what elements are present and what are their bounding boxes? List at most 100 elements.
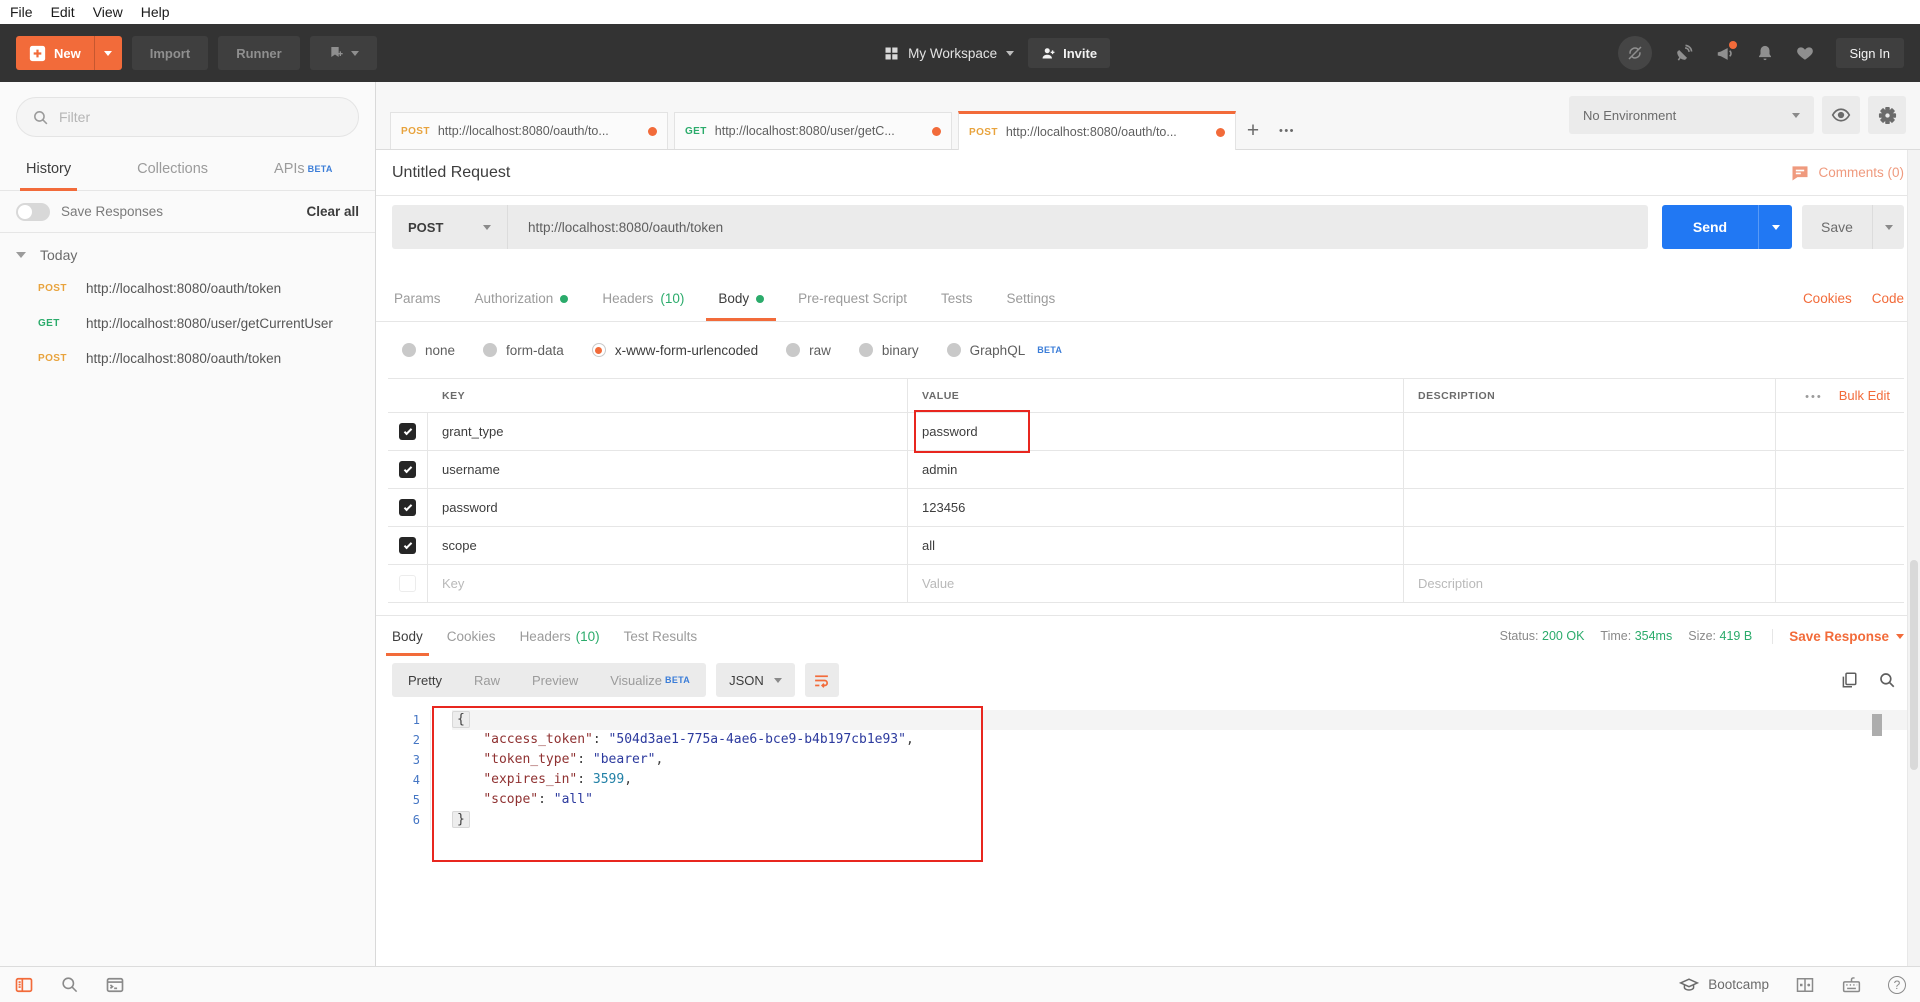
tab-tests[interactable]: Tests <box>939 291 975 321</box>
send-options-button[interactable] <box>1758 205 1792 249</box>
more-options-icon[interactable] <box>1805 387 1823 405</box>
checkbox[interactable] <box>399 537 416 554</box>
copy-icon[interactable] <box>1840 671 1858 689</box>
save-button[interactable]: Save <box>1802 205 1872 249</box>
kv-key[interactable]: scope <box>428 527 908 564</box>
help-icon[interactable] <box>1888 975 1906 994</box>
kv-value[interactable]: all <box>908 527 1404 564</box>
checkbox[interactable] <box>399 499 416 516</box>
request-tab[interactable]: POST http://localhost:8080/oauth/to... <box>390 112 668 149</box>
response-tab-test-results[interactable]: Test Results <box>624 616 698 656</box>
tab-body[interactable]: Body <box>706 291 776 321</box>
view-tab-preview[interactable]: Preview <box>516 663 594 697</box>
runner-button[interactable]: Runner <box>218 36 300 70</box>
send-button[interactable]: Send <box>1662 205 1758 249</box>
kv-value[interactable]: password <box>908 410 1404 453</box>
menu-item-file[interactable]: File <box>10 4 33 20</box>
sidebar-tab-collections[interactable]: Collections <box>137 147 208 190</box>
comments-button[interactable]: Comments (0) <box>1790 163 1904 183</box>
kv-description[interactable] <box>1404 413 1776 450</box>
sync-off-icon[interactable] <box>1617 36 1652 70</box>
sidebar-tab-history[interactable]: History <box>19 147 78 191</box>
clear-all-button[interactable]: Clear all <box>306 204 359 219</box>
body-mode-form-data[interactable]: form-data <box>483 343 564 358</box>
menu-item-help[interactable]: Help <box>141 4 170 20</box>
description-placeholder[interactable]: Description <box>1404 565 1776 602</box>
scrollbar-thumb[interactable] <box>1910 560 1918 770</box>
body-mode-binary[interactable]: binary <box>858 343 919 358</box>
view-tab-pretty[interactable]: Pretty <box>392 663 458 697</box>
workspace-switcher[interactable]: My Workspace <box>884 46 1015 61</box>
menu-item-view[interactable]: View <box>93 4 123 20</box>
tab-options-button[interactable] <box>1270 112 1304 149</box>
bell-icon[interactable] <box>1756 44 1774 62</box>
bootcamp-button[interactable]: Bootcamp <box>1679 975 1769 995</box>
bulk-edit-button[interactable]: Bulk Edit <box>1839 388 1890 403</box>
code-link[interactable]: Code <box>1872 291 1904 306</box>
tab-authorization[interactable]: Authorization <box>473 291 571 321</box>
kv-placeholder-row[interactable]: Key Value Description <box>388 565 1904 603</box>
kv-description[interactable] <box>1404 451 1776 488</box>
search-icon[interactable] <box>1878 671 1896 689</box>
view-tab-visualize[interactable]: Visualize BETA <box>594 663 706 697</box>
sign-in-button[interactable]: Sign In <box>1835 38 1904 68</box>
kv-key[interactable]: grant_type <box>428 413 908 450</box>
satellite-icon[interactable] <box>1674 44 1693 63</box>
save-options-button[interactable] <box>1872 205 1904 249</box>
environment-selector[interactable]: No Environment <box>1569 96 1814 134</box>
kv-value[interactable]: 123456 <box>908 489 1404 526</box>
invite-button[interactable]: Invite <box>1028 38 1111 68</box>
kv-description[interactable] <box>1404 489 1776 526</box>
history-item[interactable]: POST http://localhost:8080/oauth/token <box>0 341 375 376</box>
save-response-button[interactable]: Save Response <box>1772 628 1904 644</box>
request-tab[interactable]: POST http://localhost:8080/oauth/to... <box>958 111 1236 150</box>
kv-key[interactable]: username <box>428 451 908 488</box>
method-selector[interactable]: POST <box>392 205 508 249</box>
environment-settings-button[interactable] <box>1868 96 1906 134</box>
url-input[interactable]: http://localhost:8080/oauth/token <box>508 205 1648 249</box>
key-placeholder[interactable]: Key <box>428 565 908 602</box>
announcements-icon[interactable] <box>1715 40 1737 63</box>
request-tab[interactable]: GET http://localhost:8080/user/getC... <box>674 112 952 149</box>
save-responses-toggle[interactable] <box>16 202 50 221</box>
body-mode-none[interactable]: none <box>402 343 455 358</box>
kv-description[interactable] <box>1404 527 1776 564</box>
history-item[interactable]: POST http://localhost:8080/oauth/token <box>0 271 375 306</box>
console-icon[interactable] <box>105 975 125 995</box>
checkbox[interactable] <box>399 423 416 440</box>
tab-pre-request-script[interactable]: Pre-request Script <box>796 291 909 321</box>
tab-headers[interactable]: Headers (10) <box>600 291 686 321</box>
scrollbar[interactable] <box>1907 150 1920 966</box>
history-item[interactable]: GET http://localhost:8080/user/getCurrent… <box>0 306 375 341</box>
environment-quick-look-button[interactable] <box>1822 96 1860 134</box>
response-tab-headers[interactable]: Headers (10) <box>520 616 600 656</box>
kv-key[interactable]: password <box>428 489 908 526</box>
menu-item-edit[interactable]: Edit <box>51 4 75 20</box>
value-placeholder[interactable]: Value <box>908 565 1404 602</box>
response-tab-cookies[interactable]: Cookies <box>447 616 496 656</box>
history-group-today[interactable]: Today <box>0 233 375 271</box>
tab-params[interactable]: Params <box>392 291 443 321</box>
tab-settings[interactable]: Settings <box>1004 291 1057 321</box>
response-tab-body[interactable]: Body <box>386 616 429 656</box>
request-title[interactable]: Untitled Request <box>392 164 510 182</box>
kv-value[interactable]: admin <box>908 451 1404 488</box>
body-mode-graphql[interactable]: GraphQL BETA <box>946 343 1063 358</box>
new-button[interactable]: New <box>16 36 122 70</box>
find-icon[interactable] <box>60 975 79 994</box>
body-mode-x-www-form-urlencoded[interactable]: x-www-form-urlencoded <box>591 343 758 358</box>
new-dropdown-button[interactable] <box>93 36 122 70</box>
filter-input[interactable] <box>59 109 343 125</box>
add-tab-button[interactable] <box>1236 112 1270 149</box>
two-pane-view-icon[interactable] <box>1795 975 1815 995</box>
heart-icon[interactable] <box>1796 44 1814 62</box>
sidebar-tab-apis[interactable]: APIs BETA <box>274 147 333 190</box>
import-button[interactable]: Import <box>131 36 209 70</box>
cookies-link[interactable]: Cookies <box>1803 291 1852 306</box>
wrap-text-button[interactable] <box>804 663 839 697</box>
response-format-selector[interactable]: JSON <box>716 663 795 697</box>
toggle-sidebar-icon[interactable] <box>14 975 34 995</box>
keyboard-shortcuts-icon[interactable] <box>1841 974 1862 995</box>
view-tab-raw[interactable]: Raw <box>458 663 516 697</box>
body-mode-raw[interactable]: raw <box>786 343 831 358</box>
